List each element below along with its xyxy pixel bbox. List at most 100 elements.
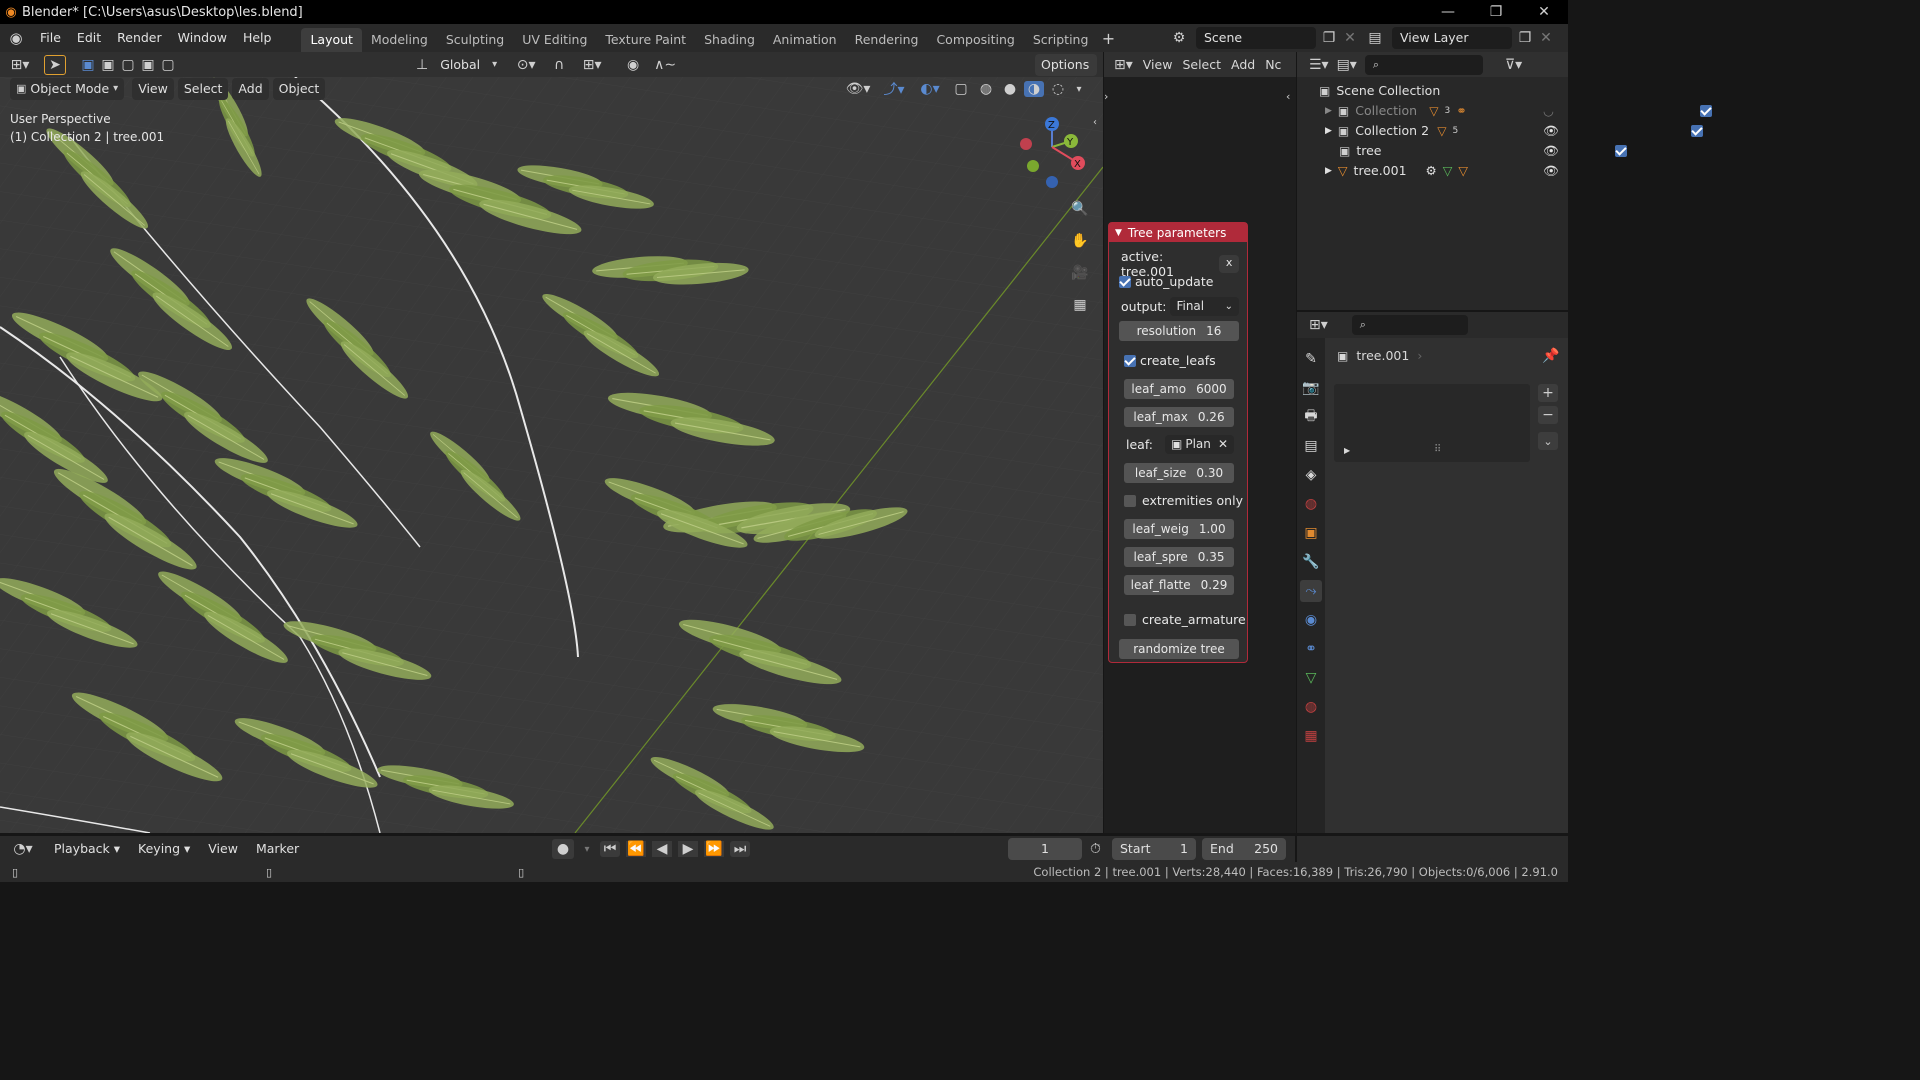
leaf-max-field[interactable]: leaf_max 0.26 [1124, 407, 1234, 427]
pan-hand-icon[interactable]: ✋ [1068, 229, 1092, 253]
auto-update-checkbox[interactable] [1119, 275, 1131, 288]
scene-tab-icon[interactable]: ◈ [1300, 464, 1322, 486]
world-tab-icon[interactable]: ◍ [1300, 493, 1322, 515]
editor-type-icon[interactable]: ⊞▾ [0, 57, 40, 73]
wireframe-shading-icon[interactable]: ◍ [976, 81, 996, 97]
navigation-gizmo[interactable]: Z Y X [1018, 115, 1092, 191]
mid-node-menu[interactable]: Nc [1265, 57, 1281, 72]
view-layer-tab-icon[interactable]: ▤ [1300, 435, 1322, 457]
leaf-amount-field[interactable]: leaf_amo 6000 [1124, 379, 1234, 399]
falloff-icon[interactable]: ∧∼ [651, 57, 679, 73]
restore-icon[interactable]: ❐ [1472, 0, 1520, 24]
menu-render[interactable]: Render [109, 24, 170, 52]
start-frame-field[interactable]: Start 1 [1112, 838, 1196, 860]
minimize-icon[interactable]: — [1424, 0, 1472, 24]
outliner-search-input[interactable]: ⌕ [1364, 54, 1483, 75]
expand-arrow-icon[interactable]: ▶ [1344, 446, 1350, 455]
delete-scene-icon[interactable]: ✕ [1342, 30, 1358, 46]
display-mode-icon[interactable]: ▤▾ [1337, 57, 1357, 73]
pivot-icon[interactable]: ⊙▾ [511, 57, 541, 73]
menu-file[interactable]: File [32, 24, 69, 52]
eye-icon[interactable]: 👁 [1543, 121, 1559, 141]
constraints-tab-icon[interactable]: ⚭ [1300, 638, 1322, 660]
leaf-weight-field[interactable]: leaf_weig 1.00 [1124, 519, 1234, 539]
tab-sculpting[interactable]: Sculpting [437, 28, 513, 52]
resize-handle-icon[interactable]: ⠿ [1434, 444, 1441, 455]
tab-scripting[interactable]: Scripting [1024, 28, 1098, 52]
object-menu[interactable]: Object [272, 78, 326, 100]
data-tab-icon[interactable]: ▽ [1300, 667, 1322, 689]
editor-type-icon[interactable]: ◔▾ [4, 841, 42, 857]
prev-keyframe-icon[interactable]: ⏪ [626, 841, 646, 857]
mid-add-menu[interactable]: Add [1231, 57, 1255, 72]
collection-exclude-checkbox[interactable] [1699, 105, 1712, 117]
zoom-icon[interactable]: 🔍 [1068, 197, 1092, 221]
keying-dropdown[interactable]: Keying ▾ [132, 838, 196, 860]
rendered-shading-icon[interactable]: ◌ [1048, 81, 1068, 97]
collection-2-exclude-checkbox[interactable] [1691, 125, 1704, 137]
blender-menu-icon[interactable]: ◉ [0, 29, 32, 47]
end-frame-field[interactable]: End 250 [1202, 838, 1286, 860]
next-keyframe-icon[interactable]: ⏩ [704, 841, 724, 857]
menu-edit[interactable]: Edit [69, 24, 109, 52]
tab-texture-paint[interactable]: Texture Paint [596, 28, 695, 52]
view-layer-field[interactable]: View Layer [1392, 27, 1512, 49]
extremities-only-checkbox[interactable] [1124, 494, 1136, 507]
new-scene-icon[interactable]: ❐ [1320, 30, 1338, 46]
tab-compositing[interactable]: Compositing [927, 28, 1023, 52]
tab-shading[interactable]: Shading [695, 28, 764, 52]
overlay-toggle-icon[interactable]: ◐▾ [914, 81, 946, 97]
leaf-spread-field[interactable]: leaf_spre 0.35 [1124, 547, 1234, 567]
collapse-sidebar-icon[interactable]: ‹ [1286, 90, 1290, 103]
3d-viewport[interactable]: User Perspective (1) Collection 2 | tree… [0, 77, 1103, 833]
randomize-tree-button[interactable]: randomize tree [1119, 639, 1239, 659]
leaf-object-field[interactable]: ▣ Plan ✕ [1165, 435, 1234, 454]
mid-view-menu[interactable]: View [1143, 57, 1173, 72]
snap-icon[interactable]: ∩ [547, 57, 571, 73]
camera-view-icon[interactable]: 🎥 [1068, 261, 1092, 285]
options-dropdown[interactable]: Options [1035, 54, 1097, 76]
eye-icon[interactable]: 👁 [1543, 161, 1559, 181]
material-tab-icon[interactable]: ◍ [1300, 696, 1322, 718]
clear-active-button[interactable]: x [1219, 255, 1239, 273]
tab-layout[interactable]: Layout [301, 28, 362, 52]
create-armature-checkbox[interactable] [1124, 613, 1136, 626]
add-workspace-icon[interactable]: + [1097, 29, 1119, 48]
editor-type-icon[interactable]: ⊞▾ [1309, 317, 1328, 333]
select-subtract-icon[interactable]: ▢ [118, 57, 138, 73]
filter-icon[interactable]: ⊽▾ [1505, 57, 1522, 73]
menu-window[interactable]: Window [170, 24, 235, 52]
tab-uv-editing[interactable]: UV Editing [513, 28, 596, 52]
play-icon[interactable]: ▶ [678, 841, 698, 857]
mid-select-menu[interactable]: Select [1182, 57, 1221, 72]
xray-icon[interactable]: ▢ [950, 81, 972, 97]
tree-exclude-checkbox[interactable] [1614, 145, 1627, 157]
play-reverse-icon[interactable]: ◀ [652, 841, 672, 857]
solid-shading-icon[interactable]: ● [1000, 81, 1020, 97]
select-intersect-icon[interactable]: ▢ [158, 57, 178, 73]
view-layer-icon[interactable]: ▤ [1362, 30, 1388, 46]
particles-tab-icon[interactable]: ⤳ [1300, 580, 1322, 602]
stopwatch-icon[interactable]: ⏱ [1090, 841, 1101, 857]
visibility-icon[interactable]: 👁▾ [842, 81, 874, 97]
keying-options-icon[interactable]: ▾ [580, 844, 594, 855]
select-extend-icon[interactable]: ▣ [98, 57, 118, 73]
ortho-toggle-icon[interactable]: ▦ [1068, 293, 1092, 317]
jump-end-icon[interactable]: ⏭ [730, 841, 750, 857]
transform-orientation-dropdown[interactable]: Global [434, 54, 486, 76]
outliner-row-tree-001[interactable]: ▶ ▽ tree.001 ⚙ ▽ ▽ 👁 [1297, 161, 1568, 181]
properties-search-input[interactable]: ⌕ [1351, 315, 1468, 335]
select-new-icon[interactable]: ▣ [78, 57, 98, 73]
mode-dropdown[interactable]: ▣ Object Mode ▾ [10, 78, 125, 100]
render-tab-icon[interactable]: 📷 [1300, 377, 1322, 399]
clear-leaf-icon[interactable]: ✕ [1218, 435, 1228, 454]
marker-menu[interactable]: Marker [250, 838, 305, 860]
outliner-row-collection-2[interactable]: ▶ ▣ Collection 2 ▽ 5 👁 [1297, 121, 1704, 141]
create-leafs-checkbox[interactable] [1124, 354, 1136, 367]
leaf-flatten-field[interactable]: leaf_flatte 0.29 [1124, 575, 1234, 595]
playback-dropdown[interactable]: Playback ▾ [48, 838, 126, 860]
editor-type-icon[interactable]: ⊞▾ [1114, 57, 1133, 73]
leaf-size-field[interactable]: leaf_size 0.30 [1124, 463, 1234, 483]
close-icon[interactable]: ✕ [1520, 0, 1568, 24]
physics-tab-icon[interactable]: ◉ [1300, 609, 1322, 631]
